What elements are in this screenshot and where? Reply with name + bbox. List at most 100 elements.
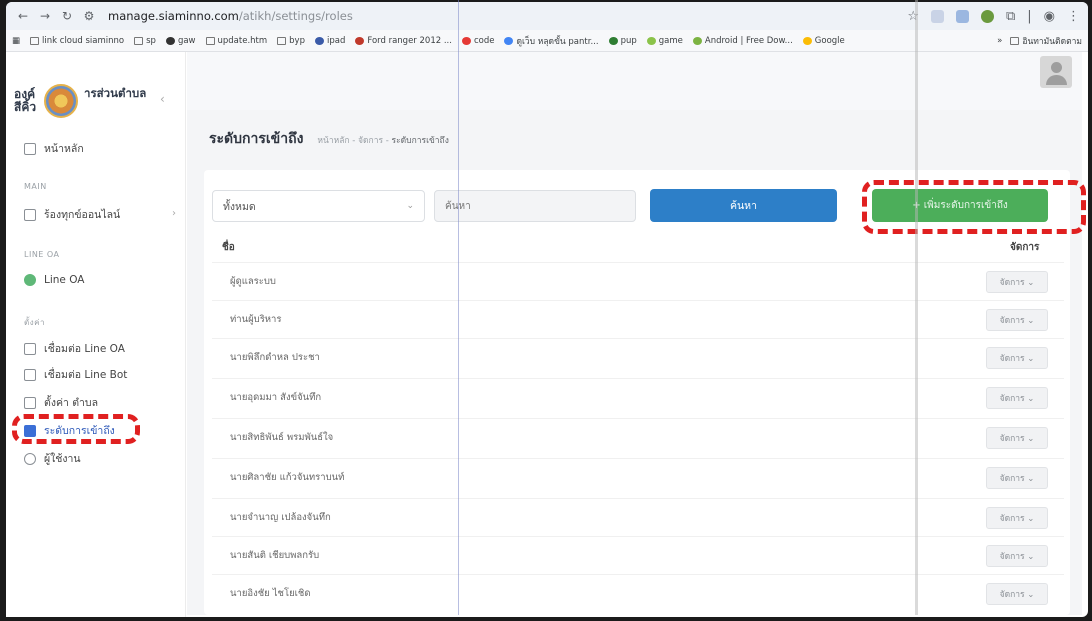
table-row: นายพิลึกดำหล ประชา จัดการ ⌄ — [212, 338, 1064, 376]
row-name: นายศิลาชัย แก้วจันทราบนท์ — [230, 472, 345, 483]
extension-icon[interactable] — [980, 9, 994, 23]
bookmark[interactable]: link cloud siaminno — [30, 36, 124, 46]
bookmark-folder[interactable]: อินทามันติดตาม — [1010, 34, 1082, 48]
row-name: ผู้ดูแลระบบ — [230, 276, 276, 287]
breadcrumb-home[interactable]: หน้าหลัก — [317, 136, 349, 146]
divider-icon: | — [1027, 8, 1032, 24]
row-name: นายสิทธิพันธ์ พรมพันธ์ใจ — [230, 432, 334, 443]
document-icon — [24, 342, 36, 355]
document-icon — [24, 396, 36, 409]
table-row: นายสิทธิพันธ์ พรมพันธ์ใจ จัดการ ⌄ — [212, 418, 1064, 456]
sidebar-item-complaints[interactable]: ร้องทุกข์ออนไลน์ — [24, 206, 120, 223]
table-row: นายจำนาญ เปล้องจันทึก จัดการ ⌄ — [212, 498, 1064, 536]
apps-grid-icon[interactable]: ▦ — [12, 36, 20, 46]
brand: องค์ สีคิ้ว ารส่วนตำบล — [14, 84, 146, 118]
select-value: ทั้งหมด — [223, 200, 256, 213]
sidebar — [6, 52, 186, 617]
row-action-button[interactable]: จัดการ ⌄ — [986, 544, 1048, 567]
bookmark[interactable]: byp — [277, 36, 305, 46]
row-name: นายอิงชัย ไชโยเชิด — [230, 588, 311, 599]
page-title: ระดับการเข้าถึง — [209, 131, 304, 147]
sidebar-item-subdistrict-settings[interactable]: ตั้งค่า ตำบล — [24, 394, 98, 411]
extensions-puzzle-icon[interactable]: ⧉ — [1006, 9, 1015, 24]
row-action-button[interactable]: จัดการ ⌄ — [986, 506, 1048, 529]
row-name: ท่านผู้บริหาร — [230, 314, 282, 325]
row-name: นายสันติ เชียบพลกรับ — [230, 550, 320, 561]
search-input[interactable] — [434, 190, 636, 222]
bookmark[interactable]: gaw — [165, 36, 196, 46]
bookmark[interactable]: sp — [134, 36, 156, 46]
chevron-down-icon: ⌄ — [406, 201, 414, 211]
home-icon — [24, 142, 36, 155]
site-settings-icon[interactable]: ⚙ — [80, 9, 98, 23]
avatar-head — [1051, 62, 1062, 73]
browser-address-bar: ← → ↻ ⚙ manage.siaminno.com /atikh/setti… — [6, 2, 1088, 30]
brand-org: ารส่วนตำบล — [84, 86, 147, 100]
table-row: นายสันติ เชียบพลกรับ จัดการ ⌄ — [212, 536, 1064, 574]
section-label-settings: ตั้งค่า — [24, 318, 45, 327]
users-icon — [24, 452, 36, 465]
row-action-button[interactable]: จัดการ ⌄ — [986, 426, 1048, 449]
table-row: นายอิงชัย ไชโยเชิด จัดการ ⌄ — [212, 574, 1064, 612]
breadcrumb-current: ระดับการเข้าถึง — [391, 136, 449, 146]
bookmark[interactable]: update.htm — [205, 36, 267, 46]
table-row: ท่านผู้บริหาร จัดการ ⌄ — [212, 300, 1064, 338]
breadcrumb: หน้าหลัก - จัดการ - ระดับการเข้าถึง — [317, 136, 449, 146]
url-path: /atikh/settings/roles — [238, 9, 353, 23]
bookmark[interactable]: ดูเว็บ หลุดขั้น pantr... — [504, 34, 599, 48]
collapse-sidebar-icon[interactable]: ‹ — [160, 92, 165, 106]
line-icon — [24, 274, 36, 286]
bookmark[interactable]: Ford ranger 2012 ... — [355, 36, 452, 46]
url-field[interactable]: manage.siaminno.com /atikh/settings/role… — [108, 9, 353, 23]
screen-line — [915, 0, 918, 615]
sidebar-item-users[interactable]: ผู้ใช้งาน — [24, 450, 81, 467]
status-filter-select[interactable]: ทั้งหมด ⌄ — [212, 190, 425, 222]
column-header-action: จัดการ — [1010, 242, 1040, 253]
menu-kebab-icon[interactable]: ⋮ — [1067, 9, 1080, 24]
sidebar-item-connect-line-bot[interactable]: เชื่อมต่อ Line Bot — [24, 366, 127, 383]
brand-name: องค์ สีคิ้ว — [14, 87, 37, 114]
document-icon — [24, 424, 36, 437]
bookmark[interactable]: game — [646, 36, 683, 46]
screen-line — [458, 0, 459, 615]
top-bar — [187, 52, 1082, 112]
search-button[interactable]: ค้นหา — [650, 189, 837, 222]
back-icon[interactable]: ← — [14, 9, 32, 23]
document-icon — [24, 368, 36, 381]
column-header-name: ชื่อ — [222, 242, 235, 253]
sidebar-item-line-oa[interactable]: Line OA — [24, 274, 84, 286]
extension-icon[interactable] — [930, 9, 944, 23]
bookmarks-bar: ▦ link cloud siaminno sp gaw update.htm … — [6, 30, 1088, 52]
message-icon — [24, 208, 36, 221]
forward-icon[interactable]: → — [36, 9, 54, 23]
bookmark[interactable]: Android | Free Dow... — [692, 36, 793, 46]
brand-logo — [44, 84, 78, 118]
row-name: นายพิลึกดำหล ประชา — [230, 352, 320, 363]
sidebar-item-access-levels[interactable]: ระดับการเข้าถึง — [24, 422, 115, 439]
add-access-level-button[interactable]: + เพิ่มระดับการเข้าถึง — [872, 189, 1048, 222]
more-bookmarks-icon[interactable]: » — [997, 36, 1002, 46]
bookmark[interactable]: code — [461, 36, 494, 46]
sidebar-item-connect-line-oa[interactable]: เชื่อมต่อ Line OA — [24, 340, 125, 357]
table-row: ผู้ดูแลระบบ จัดการ ⌄ — [212, 262, 1064, 300]
row-action-button[interactable]: จัดการ ⌄ — [986, 466, 1048, 489]
row-action-button[interactable]: จัดการ ⌄ — [986, 386, 1048, 409]
row-action-button[interactable]: จัดการ ⌄ — [986, 582, 1048, 605]
table-row: นายอุดมมา สังข์จันทึก จัดการ ⌄ — [212, 378, 1064, 416]
row-action-button[interactable]: จัดการ ⌄ — [986, 308, 1048, 331]
section-label-main: MAIN — [24, 182, 47, 191]
row-action-button[interactable]: จัดการ ⌄ — [986, 270, 1048, 293]
row-name: นายอุดมมา สังข์จันทึก — [230, 392, 322, 403]
profile-icon[interactable]: ◉ — [1044, 9, 1055, 24]
sidebar-item-home[interactable]: หน้าหลัก — [24, 140, 84, 157]
extension-icon[interactable] — [955, 9, 969, 23]
section-label-lineoa: LINE OA — [24, 250, 60, 259]
bookmark[interactable]: ipad — [314, 36, 345, 46]
breadcrumb-manage[interactable]: จัดการ — [358, 136, 383, 146]
reload-icon[interactable]: ↻ — [58, 9, 76, 23]
row-action-button[interactable]: จัดการ ⌄ — [986, 346, 1048, 369]
bookmark[interactable]: Google — [802, 36, 845, 46]
table-row: นายศิลาชัย แก้วจันทราบนท์ จัดการ ⌄ — [212, 458, 1064, 496]
bookmark[interactable]: pup — [608, 36, 637, 46]
page-header: ระดับการเข้าถึง หน้าหลัก - จัดการ - ระดั… — [209, 128, 449, 150]
